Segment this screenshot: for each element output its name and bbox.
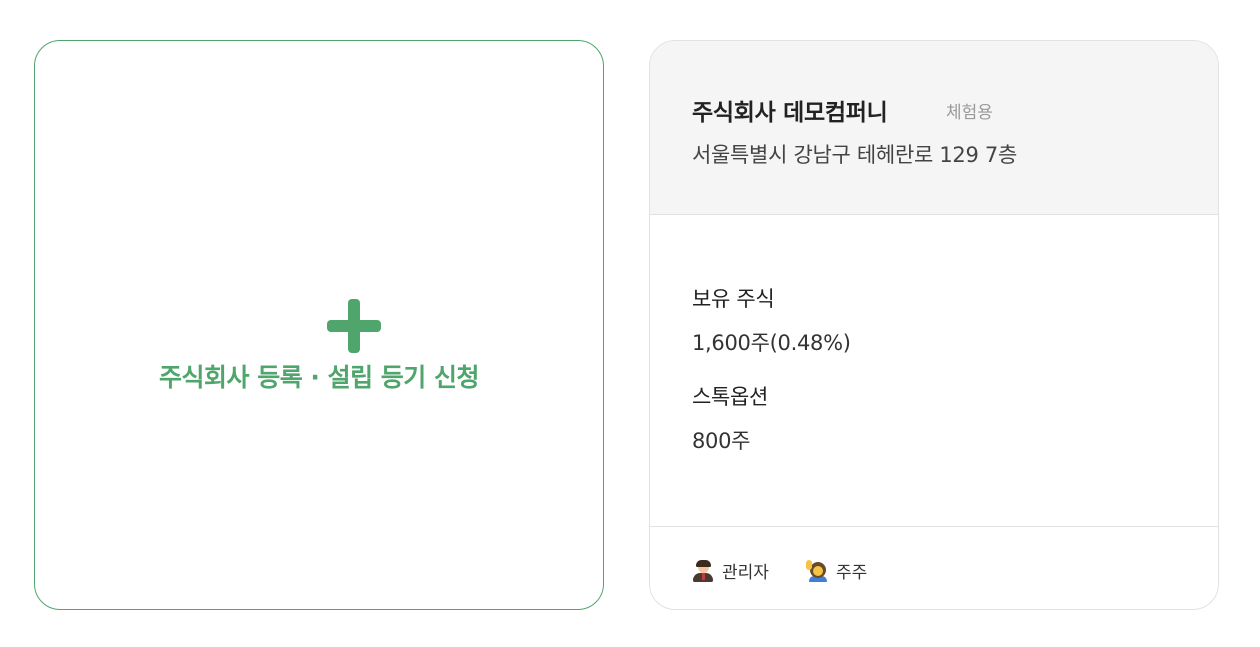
register-company-card[interactable]	[34, 40, 604, 610]
admin-person-icon	[692, 559, 714, 582]
role-admin: 관리자	[692, 558, 769, 583]
shares-value: 1,600주(0.48%)	[692, 331, 851, 355]
plus-icon	[327, 299, 381, 353]
company-card-header: 주식회사 데모컴퍼니 체험용 서울특별시 강남구 테헤란로 129 7층	[650, 41, 1218, 215]
company-card-footer: 관리자 주주	[650, 526, 1218, 609]
role-shareholder: 주주	[806, 558, 867, 583]
company-address: 서울특별시 강남구 테헤란로 129 7층	[692, 143, 1018, 167]
register-company-label: 주식회사 등록 · 설립 등기 신청	[158, 363, 480, 392]
stock-options-value: 800주	[692, 429, 751, 453]
stock-options-label: 스톡옵션	[692, 385, 769, 409]
raising-hand-person-icon	[806, 559, 828, 582]
shares-label: 보유 주식	[692, 287, 775, 311]
role-shareholder-label: 주주	[836, 563, 868, 583]
trial-badge: 체험용	[946, 103, 993, 123]
company-name: 주식회사 데모컴퍼니	[692, 100, 888, 126]
role-admin-label: 관리자	[722, 563, 769, 583]
company-card[interactable]: 주식회사 데모컴퍼니 체험용 서울특별시 강남구 테헤란로 129 7층 보유 …	[649, 40, 1219, 610]
